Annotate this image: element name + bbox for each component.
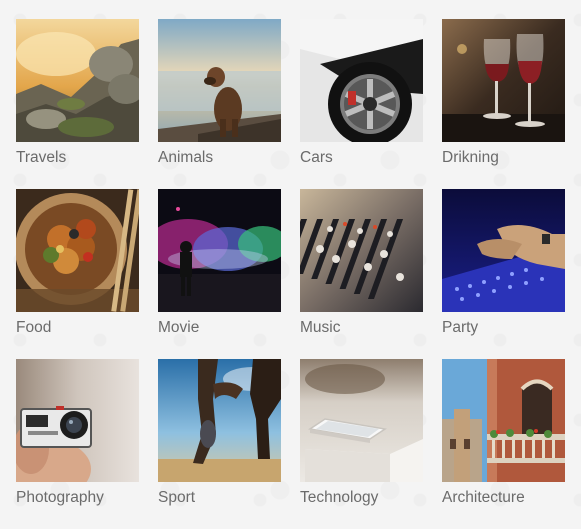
category-label-music[interactable]: Music xyxy=(300,318,423,338)
category-tile-music[interactable]: Music xyxy=(300,189,423,359)
technology-photo xyxy=(300,359,423,482)
category-label-cars[interactable]: Cars xyxy=(300,148,423,168)
drinking-photo xyxy=(442,19,565,142)
party-photo xyxy=(442,189,565,312)
sport-thumbnail[interactable] xyxy=(158,359,281,482)
category-tile-technology[interactable]: Technology xyxy=(300,359,423,529)
travels-photo xyxy=(16,19,139,142)
category-grid: Travels Animals Cars Drikning Food Movie… xyxy=(16,19,565,529)
category-tile-travels[interactable]: Travels xyxy=(16,19,139,189)
category-tile-architecture[interactable]: Architecture xyxy=(442,359,565,529)
category-label-travels[interactable]: Travels xyxy=(16,148,139,168)
category-tile-cars[interactable]: Cars xyxy=(300,19,423,189)
category-label-photography[interactable]: Photography xyxy=(16,488,139,508)
movie-photo xyxy=(158,189,281,312)
music-photo xyxy=(300,189,423,312)
photography-thumbnail[interactable] xyxy=(16,359,139,482)
cars-thumbnail[interactable] xyxy=(300,19,423,142)
category-label-party[interactable]: Party xyxy=(442,318,565,338)
movie-thumbnail[interactable] xyxy=(158,189,281,312)
category-tile-photography[interactable]: Photography xyxy=(16,359,139,529)
category-tile-food[interactable]: Food xyxy=(16,189,139,359)
animals-photo xyxy=(158,19,281,142)
architecture-photo xyxy=(442,359,565,482)
category-tile-movie[interactable]: Movie xyxy=(158,189,281,359)
category-label-sport[interactable]: Sport xyxy=(158,488,281,508)
category-label-drinking[interactable]: Drikning xyxy=(442,148,565,168)
category-tile-animals[interactable]: Animals xyxy=(158,19,281,189)
travels-thumbnail[interactable] xyxy=(16,19,139,142)
food-thumbnail[interactable] xyxy=(16,189,139,312)
cars-photo xyxy=(300,19,423,142)
sport-photo xyxy=(158,359,281,482)
category-label-animals[interactable]: Animals xyxy=(158,148,281,168)
music-thumbnail[interactable] xyxy=(300,189,423,312)
animals-thumbnail[interactable] xyxy=(158,19,281,142)
category-label-food[interactable]: Food xyxy=(16,318,139,338)
category-label-technology[interactable]: Technology xyxy=(300,488,423,508)
category-tile-party[interactable]: Party xyxy=(442,189,565,359)
category-label-architecture[interactable]: Architecture xyxy=(442,488,565,508)
technology-thumbnail[interactable] xyxy=(300,359,423,482)
category-tile-drinking[interactable]: Drikning xyxy=(442,19,565,189)
category-label-movie[interactable]: Movie xyxy=(158,318,281,338)
architecture-thumbnail[interactable] xyxy=(442,359,565,482)
photography-photo xyxy=(16,359,139,482)
party-thumbnail[interactable] xyxy=(442,189,565,312)
category-tile-sport[interactable]: Sport xyxy=(158,359,281,529)
drinking-thumbnail[interactable] xyxy=(442,19,565,142)
food-photo xyxy=(16,189,139,312)
